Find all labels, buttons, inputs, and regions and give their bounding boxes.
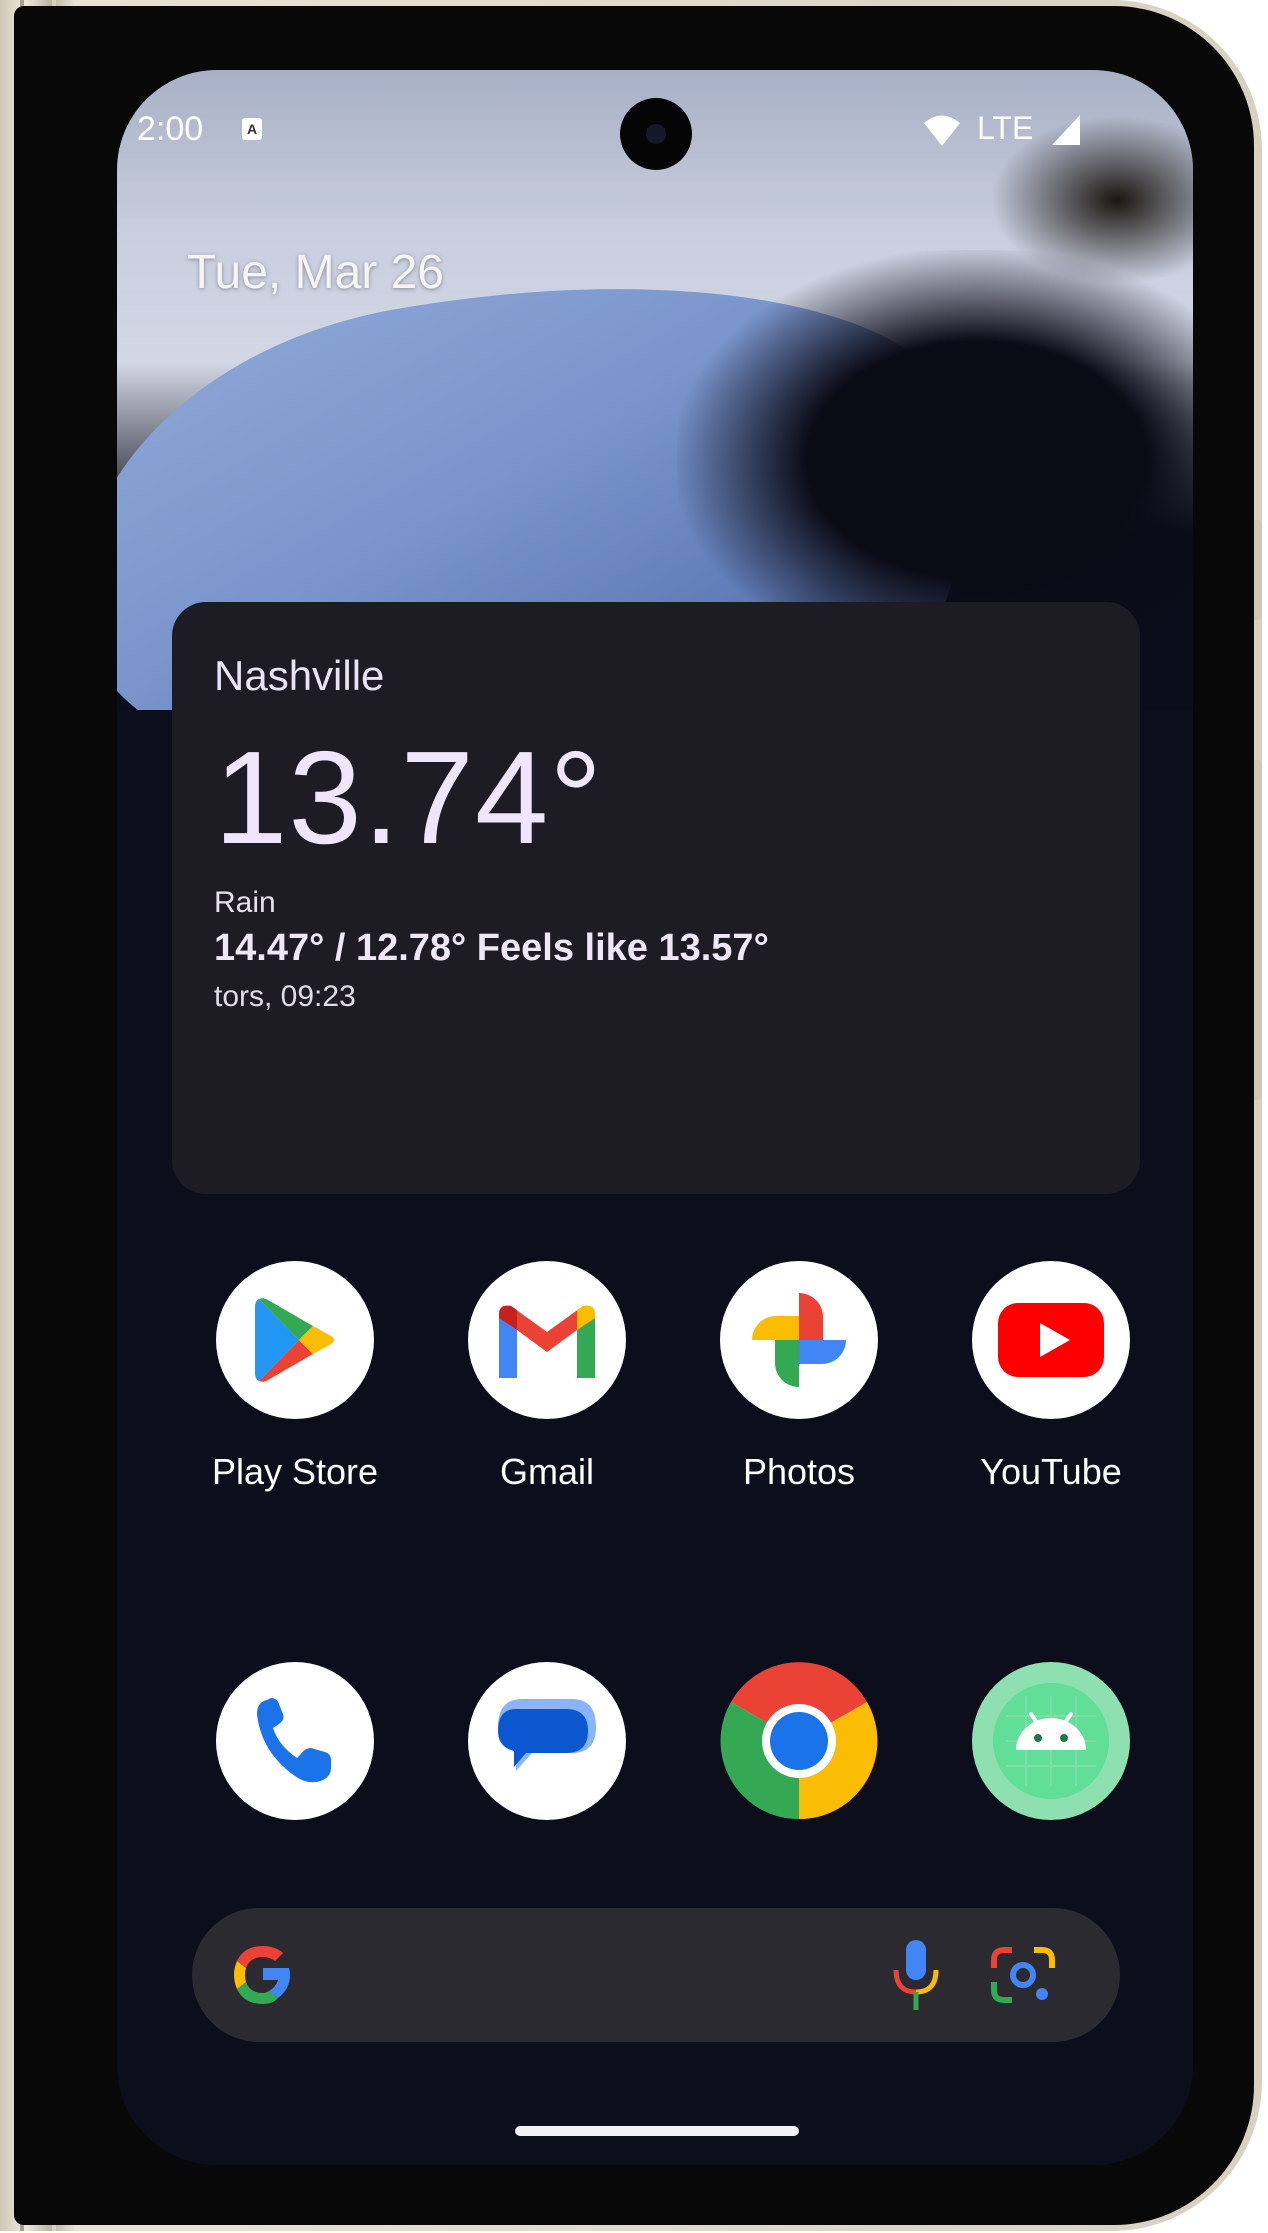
android-icon (972, 1662, 1130, 1820)
weather-updated-time: tors, 09:23 (214, 980, 356, 1013)
app-gmail[interactable]: Gmail (447, 1261, 647, 1493)
notification-icon: A (242, 118, 262, 140)
mic-icon[interactable] (890, 1938, 942, 2014)
home-screen: 2:00 A LTE Tue, Mar 26 Nashville 13.74° … (117, 70, 1193, 2165)
weather-temperature: 13.74° (214, 724, 604, 871)
date-label[interactable]: Tue, Mar 26 (187, 245, 444, 300)
app-play-store[interactable]: Play Store (195, 1261, 395, 1493)
gmail-icon (468, 1261, 626, 1419)
device-frame: 2:00 A LTE Tue, Mar 26 Nashville 13.74° … (0, 0, 1262, 2231)
app-label: YouTube (980, 1451, 1122, 1492)
app-messages[interactable] (447, 1662, 647, 1820)
weather-city: Nashville (214, 652, 385, 699)
google-g-icon (234, 1946, 290, 2004)
play-store-icon (216, 1261, 374, 1419)
app-chrome[interactable] (699, 1662, 899, 1820)
status-time: 2:00 (137, 110, 204, 148)
lens-icon[interactable] (990, 1942, 1056, 2008)
network-type-label: LTE (977, 110, 1034, 146)
front-camera (620, 98, 692, 170)
weather-condition: Rain (214, 886, 276, 919)
phone-icon (216, 1662, 374, 1820)
app-label: Photos (742, 1451, 856, 1492)
photos-icon (720, 1261, 878, 1419)
app-android[interactable] (951, 1662, 1151, 1820)
app-label: Gmail (499, 1451, 594, 1492)
youtube-icon (972, 1261, 1130, 1419)
app-youtube[interactable]: YouTube (951, 1261, 1151, 1493)
messages-icon (468, 1662, 626, 1820)
app-photos[interactable]: Photos (699, 1261, 899, 1493)
google-search-bar[interactable] (192, 1908, 1120, 2042)
app-phone[interactable] (195, 1662, 395, 1820)
app-label: Play Store (211, 1451, 379, 1492)
gesture-home-bar[interactable] (515, 2126, 799, 2136)
chrome-icon (720, 1662, 878, 1820)
signal-icon (1052, 115, 1080, 145)
weather-widget[interactable]: Nashville 13.74° Rain 14.47° / 12.78° Fe… (172, 602, 1140, 1194)
wifi-icon (924, 115, 960, 146)
weather-range: 14.47° / 12.78° Feels like 13.57° (214, 927, 769, 969)
